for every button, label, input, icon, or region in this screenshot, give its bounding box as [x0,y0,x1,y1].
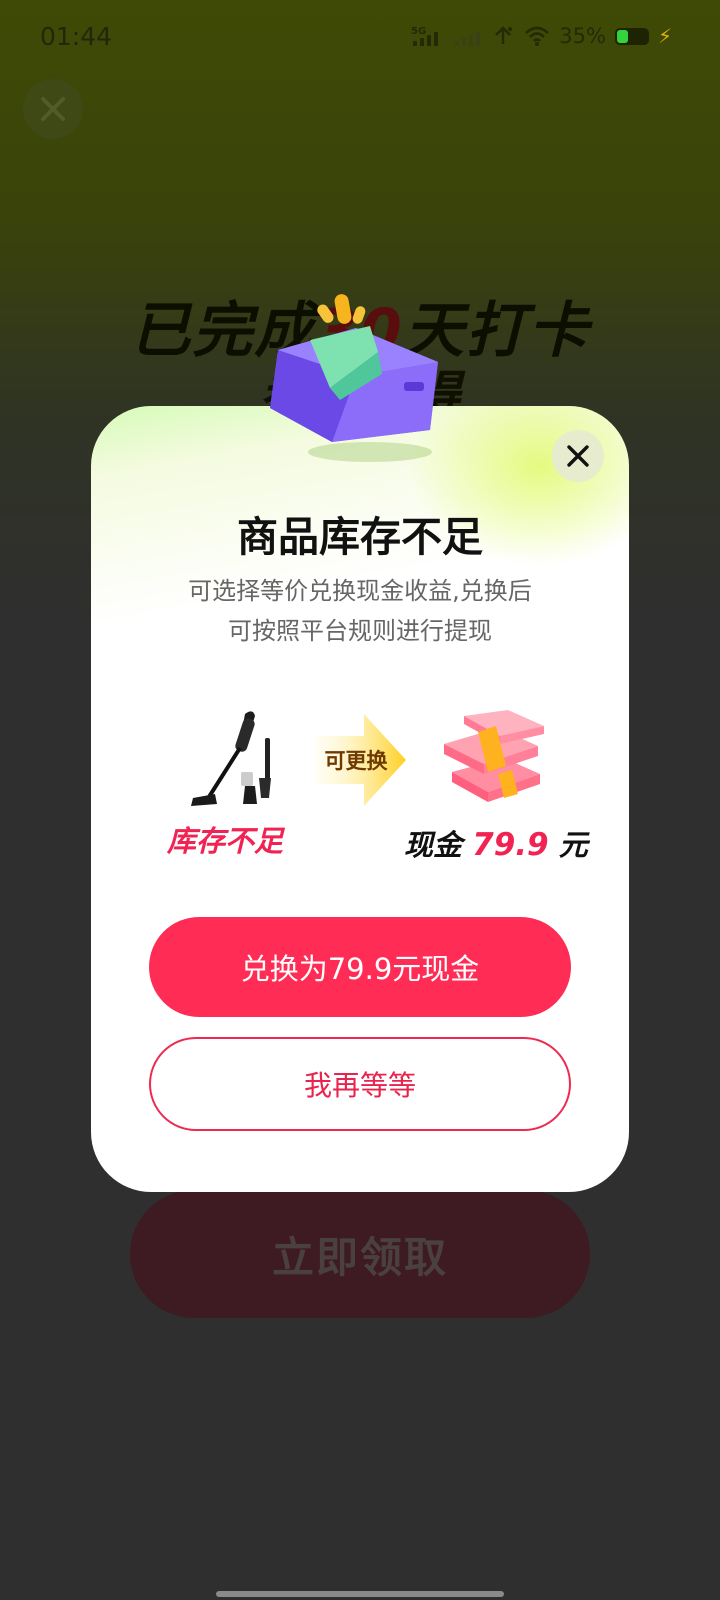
description-line-1: 可选择等价兑换现金收益,兑换后 [188,577,532,605]
svg-text:5G: 5G [411,26,426,37]
cash-stack-image [444,710,544,802]
status-icons: 5G 35% ⚡ [411,24,672,48]
5g-signal-icon: 5G [411,26,439,46]
exchange-label: 可更换 [324,749,388,773]
vacuum-cleaner-image [191,711,271,806]
description-line-2: 可按照平台规则进行提现 [228,617,492,645]
cash-amount: 79.9 [472,827,549,863]
claim-now-button: 立即领取 [130,1190,590,1318]
status-time: 01:44 [40,22,113,51]
dialog-description: 可选择等价兑换现金收益,兑换后 可按照平台规则进行提现 [91,571,629,651]
signal-icon [455,32,481,46]
hotspot-icon [495,26,513,44]
cash-value-label: 现金 79.9 元 [404,822,588,864]
home-indicator[interactable] [216,1591,504,1597]
wifi-icon [525,26,550,46]
battery-icon [614,27,649,45]
cash-label: 现金 [404,828,463,862]
close-icon [567,445,589,467]
dialog-close-button[interactable] [552,430,604,482]
wait-button[interactable]: 我再等等 [149,1037,571,1131]
exchange-cash-button[interactable]: 兑换为79.9元现金 [149,917,571,1017]
out-of-stock-label: 库存不足 [166,824,283,858]
close-icon [41,97,65,121]
gift-box-illustration [270,294,438,462]
dialog-title: 商品库存不足 [237,513,483,561]
charging-bolt-icon: ⚡ [657,24,672,48]
background-close-button [23,79,83,139]
battery-percent: 35% [559,24,606,48]
cash-unit: 元 [558,828,588,862]
status-bar: 01:44 5G 35% ⚡ [0,0,720,76]
